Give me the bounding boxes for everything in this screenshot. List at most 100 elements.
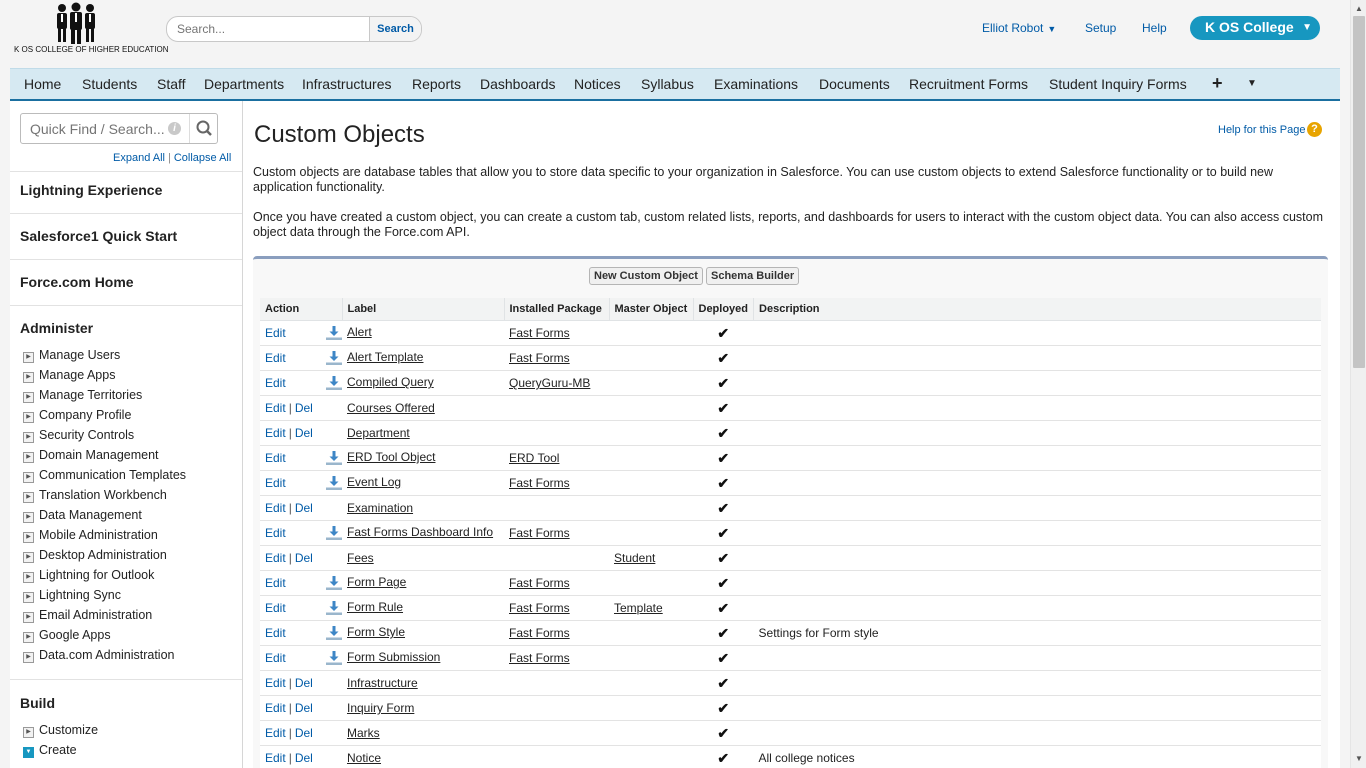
object-label-link[interactable]: Fees bbox=[347, 551, 374, 565]
installed-package-link[interactable]: QueryGuru-MB bbox=[509, 376, 590, 390]
edit-link[interactable]: Edit bbox=[265, 376, 286, 390]
help-link[interactable]: Help bbox=[1142, 21, 1167, 35]
global-search-button[interactable]: Search bbox=[369, 17, 421, 41]
edit-link[interactable]: Edit bbox=[265, 676, 286, 690]
installed-package-link[interactable]: Fast Forms bbox=[509, 326, 570, 340]
sidebar-item-manage-users[interactable]: ▶ Manage Users bbox=[23, 348, 120, 363]
tab-infrastructures[interactable]: Infrastructures bbox=[302, 76, 391, 92]
sidebar-item-communication-templates[interactable]: ▶ Communication Templates bbox=[23, 468, 186, 483]
installed-package-link[interactable]: Fast Forms bbox=[509, 351, 570, 365]
edit-link[interactable]: Edit bbox=[265, 751, 286, 765]
college-logo[interactable]: K OS COLLEGE OF HIGHER EDUCATION bbox=[14, 2, 169, 58]
object-label-link[interactable]: Alert Template bbox=[347, 350, 423, 364]
sidebar-item-mobile-administration[interactable]: ▶ Mobile Administration bbox=[23, 528, 158, 543]
object-label-link[interactable]: Infrastructure bbox=[347, 676, 418, 690]
sidebar-item-translation-workbench[interactable]: ▶ Translation Workbench bbox=[23, 488, 167, 503]
tab-reports[interactable]: Reports bbox=[412, 76, 461, 92]
object-label-link[interactable]: Examination bbox=[347, 501, 413, 515]
sidebar-item-google-apps[interactable]: ▶ Google Apps bbox=[23, 628, 111, 643]
scrollbar-thumb[interactable] bbox=[1353, 16, 1365, 368]
global-search-input[interactable] bbox=[167, 17, 387, 41]
new-custom-object-button[interactable]: New Custom Object bbox=[589, 267, 703, 285]
edit-link[interactable]: Edit bbox=[265, 626, 286, 640]
sidebar-item-data-management[interactable]: ▶ Data Management bbox=[23, 508, 142, 523]
column-header-deployed[interactable]: Deployed bbox=[692, 298, 754, 321]
column-header-installed-package[interactable]: Installed Package bbox=[503, 298, 609, 321]
object-label-link[interactable]: ERD Tool Object bbox=[347, 450, 435, 464]
app-switcher[interactable]: K OS College ▼ bbox=[1190, 16, 1320, 40]
del-link[interactable]: Del bbox=[295, 401, 313, 415]
search-icon[interactable] bbox=[189, 114, 218, 143]
expand-all-link[interactable]: Expand All bbox=[113, 152, 165, 164]
edit-link[interactable]: Edit bbox=[265, 551, 286, 565]
page-scrollbar[interactable]: ▲ ▼ bbox=[1350, 0, 1366, 768]
object-label-link[interactable]: Form Rule bbox=[347, 600, 403, 614]
installed-package-link[interactable]: Fast Forms bbox=[509, 626, 570, 640]
info-icon[interactable]: i bbox=[168, 122, 181, 135]
master-object-link[interactable]: Student bbox=[614, 551, 655, 565]
scroll-up-arrow-icon[interactable]: ▲ bbox=[1355, 4, 1363, 13]
collapse-all-link[interactable]: Collapse All bbox=[174, 152, 231, 164]
installed-package-link[interactable]: Fast Forms bbox=[509, 526, 570, 540]
sidebar-item-desktop-administration[interactable]: ▶ Desktop Administration bbox=[23, 548, 167, 563]
tab-departments[interactable]: Departments bbox=[204, 76, 284, 92]
sidebar-item-manage-territories[interactable]: ▶ Manage Territories bbox=[23, 388, 142, 403]
edit-link[interactable]: Edit bbox=[265, 326, 286, 340]
sidebar-item-security-controls[interactable]: ▶ Security Controls bbox=[23, 428, 134, 443]
sidebar-section-lightning-experience[interactable]: Lightning Experience bbox=[20, 182, 162, 198]
object-label-link[interactable]: Event Log bbox=[347, 475, 401, 489]
edit-link[interactable]: Edit bbox=[265, 451, 286, 465]
column-header-description[interactable]: Description bbox=[753, 298, 1321, 321]
object-label-link[interactable]: Form Page bbox=[347, 575, 406, 589]
tab-examinations[interactable]: Examinations bbox=[714, 76, 798, 92]
object-label-link[interactable]: Courses Offered bbox=[347, 401, 435, 415]
del-link[interactable]: Del bbox=[295, 426, 313, 440]
del-link[interactable]: Del bbox=[295, 751, 313, 765]
installed-package-link[interactable]: Fast Forms bbox=[509, 601, 570, 615]
del-link[interactable]: Del bbox=[295, 501, 313, 515]
sidebar-item-domain-management[interactable]: ▶ Domain Management bbox=[23, 448, 159, 463]
add-tab-icon[interactable]: + bbox=[1212, 73, 1223, 94]
sidebar-item-manage-apps[interactable]: ▶ Manage Apps bbox=[23, 368, 115, 383]
edit-link[interactable]: Edit bbox=[265, 701, 286, 715]
tab-staff[interactable]: Staff bbox=[157, 76, 186, 92]
object-label-link[interactable]: Department bbox=[347, 426, 410, 440]
edit-link[interactable]: Edit bbox=[265, 726, 286, 740]
installed-package-link[interactable]: Fast Forms bbox=[509, 476, 570, 490]
edit-link[interactable]: Edit bbox=[265, 351, 286, 365]
scroll-down-arrow-icon[interactable]: ▼ bbox=[1355, 754, 1363, 763]
column-header-label[interactable]: Label bbox=[341, 298, 504, 321]
object-label-link[interactable]: Notice bbox=[347, 751, 381, 765]
sidebar-item-data-com-administration[interactable]: ▶ Data.com Administration bbox=[23, 648, 174, 663]
tab-documents[interactable]: Documents bbox=[819, 76, 890, 92]
edit-link[interactable]: Edit bbox=[265, 426, 286, 440]
tab-notices[interactable]: Notices bbox=[574, 76, 621, 92]
edit-link[interactable]: Edit bbox=[265, 526, 286, 540]
sidebar-section-salesforce1-quick-start[interactable]: Salesforce1 Quick Start bbox=[20, 228, 177, 244]
help-for-this-page-link[interactable]: Help for this Page bbox=[1218, 124, 1305, 136]
quick-find-input[interactable] bbox=[21, 114, 179, 143]
tab-recruitment-forms[interactable]: Recruitment Forms bbox=[909, 76, 1028, 92]
sidebar-item-lightning-sync[interactable]: ▶ Lightning Sync bbox=[23, 588, 121, 603]
sidebar-item-customize[interactable]: ▶ Customize bbox=[23, 723, 98, 738]
tab-dashboards[interactable]: Dashboards bbox=[480, 76, 556, 92]
installed-package-link[interactable]: Fast Forms bbox=[509, 576, 570, 590]
object-label-link[interactable]: Marks bbox=[347, 726, 380, 740]
edit-link[interactable]: Edit bbox=[265, 401, 286, 415]
sidebar-item-lightning-for-outlook[interactable]: ▶ Lightning for Outlook bbox=[23, 568, 154, 583]
object-label-link[interactable]: Form Style bbox=[347, 625, 405, 639]
master-object-link[interactable]: Template bbox=[614, 601, 663, 615]
object-label-link[interactable]: Fast Forms Dashboard Info bbox=[347, 525, 493, 539]
sidebar-item-company-profile[interactable]: ▶ Company Profile bbox=[23, 408, 131, 423]
del-link[interactable]: Del bbox=[295, 676, 313, 690]
edit-link[interactable]: Edit bbox=[265, 576, 286, 590]
edit-link[interactable]: Edit bbox=[265, 651, 286, 665]
edit-link[interactable]: Edit bbox=[265, 501, 286, 515]
edit-link[interactable]: Edit bbox=[265, 476, 286, 490]
more-tabs-icon[interactable]: ▼ bbox=[1247, 78, 1257, 89]
setup-link[interactable]: Setup bbox=[1085, 21, 1116, 35]
object-label-link[interactable]: Alert bbox=[347, 325, 372, 339]
object-label-link[interactable]: Compiled Query bbox=[347, 375, 434, 389]
installed-package-link[interactable]: Fast Forms bbox=[509, 651, 570, 665]
column-header-master-object[interactable]: Master Object bbox=[608, 298, 693, 321]
